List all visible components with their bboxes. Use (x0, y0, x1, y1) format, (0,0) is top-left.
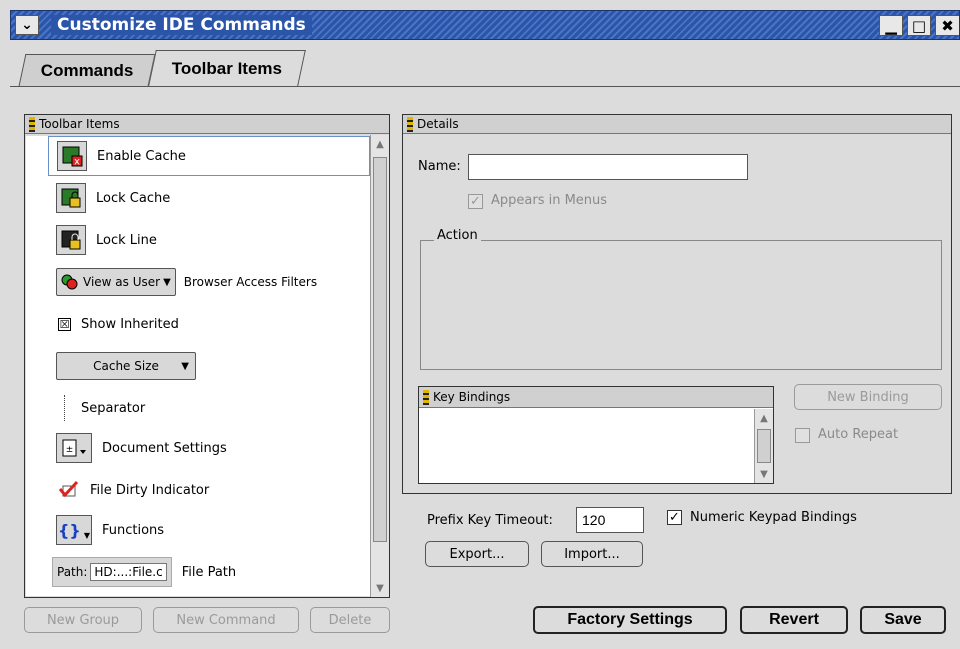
tab-panel-border (10, 86, 960, 87)
scroll-up-icon[interactable]: ▲ (755, 409, 773, 427)
numeric-keypad-checkbox[interactable]: ✓ (667, 510, 682, 525)
key-bindings-header-label: Key Bindings (433, 390, 511, 404)
details-header-label: Details (417, 117, 459, 131)
scroll-down-icon[interactable]: ▼ (371, 579, 389, 597)
list-item-label: Enable Cache (97, 148, 186, 164)
cache-size-label: Cache Size (93, 359, 159, 373)
list-item-label: Show Inherited (81, 316, 179, 332)
tab-commands-label: Commands (40, 60, 134, 80)
new-binding-button[interactable]: New Binding (794, 384, 942, 410)
view-as-user-icon (61, 274, 78, 290)
new-command-button[interactable]: New Command (153, 607, 299, 633)
name-field[interactable] (468, 154, 748, 180)
key-bindings-header: Key Bindings (419, 387, 773, 408)
scroll-down-icon[interactable]: ▼ (755, 465, 773, 483)
file-dirty-icon (58, 480, 79, 498)
list-item-file-path[interactable]: Path: HD:...:File.c File Path (48, 552, 370, 592)
window-title: Customize IDE Commands (51, 15, 312, 35)
svg-text:x: x (74, 157, 80, 168)
scroll-up-icon[interactable]: ▲ (371, 135, 389, 153)
auto-repeat-label: Auto Repeat (818, 427, 899, 442)
appears-in-menus-label: Appears in Menus (491, 193, 608, 208)
chevron-down-icon: ▼ (163, 276, 171, 288)
list-item-cache-size[interactable]: Cache Size ▼ (48, 346, 370, 386)
save-button[interactable]: Save (860, 606, 946, 634)
view-as-user-label: View as User (83, 275, 161, 289)
action-group (420, 240, 942, 370)
list-item-label: File Path (181, 564, 237, 580)
svg-text:±: ± (66, 445, 74, 455)
list-item-label: Document Settings (102, 440, 227, 456)
list-item-enable-cache[interactable]: x Enable Cache (48, 136, 370, 176)
delete-button[interactable]: Delete (310, 607, 390, 633)
close-icon[interactable]: ✖ (935, 15, 959, 36)
toolbar-items-list[interactable]: x Enable Cache Lock Cache Lock Line View… (26, 136, 370, 596)
functions-icon: {} ▼ (56, 515, 92, 545)
toolbar-items-scrollbar[interactable]: ▲ ▼ (370, 135, 389, 597)
list-item-file-dirty-indicator[interactable]: File Dirty Indicator (48, 470, 370, 510)
prefix-key-timeout-label: Prefix Key Timeout: (427, 513, 553, 528)
list-item-lock-cache[interactable]: Lock Cache (48, 178, 370, 218)
export-button[interactable]: Export... (425, 541, 529, 567)
toolbar-items-header-label: Toolbar Items (39, 117, 120, 131)
window-menu-icon[interactable]: ⌄ (15, 15, 39, 35)
toolbar-items-header: Toolbar Items (25, 115, 389, 134)
key-bindings-scrollbar[interactable]: ▲ ▼ (754, 409, 773, 483)
scroll-thumb[interactable] (757, 429, 771, 463)
list-item-functions[interactable]: {} ▼ Functions (48, 510, 370, 550)
new-group-button[interactable]: New Group (24, 607, 142, 633)
lock-line-icon (56, 225, 86, 255)
appears-in-menus-checkbox[interactable]: ✓ (468, 194, 483, 209)
customize-ide-commands-window: ⌄ Customize IDE Commands ▁ □ ✖ Commands … (0, 0, 960, 649)
grip-icon (423, 389, 429, 405)
enable-cache-icon: x (57, 141, 87, 171)
list-item-lock-line[interactable]: Lock Line (48, 220, 370, 260)
show-inherited-checkbox[interactable]: ☒ (58, 317, 71, 331)
path-value: HD:...:File.c (90, 563, 167, 581)
lock-cache-icon (56, 183, 86, 213)
tab-toolbar-items[interactable]: Toolbar Items (148, 50, 306, 86)
chevron-down-icon: ▼ (181, 360, 189, 372)
action-label: Action (434, 228, 481, 243)
factory-settings-button[interactable]: Factory Settings (533, 606, 727, 634)
path-label: Path: (57, 565, 88, 579)
separator-icon (64, 395, 65, 421)
grip-icon (407, 116, 413, 132)
auto-repeat-checkbox[interactable] (795, 428, 810, 443)
title-bar[interactable]: ⌄ Customize IDE Commands ▁ □ ✖ (10, 10, 960, 40)
list-item-label: Functions (102, 522, 165, 538)
revert-button[interactable]: Revert (740, 606, 848, 634)
import-button[interactable]: Import... (541, 541, 643, 567)
file-path-control: Path: HD:...:File.c (52, 557, 172, 587)
name-label: Name: (418, 159, 461, 174)
grip-icon (29, 116, 35, 132)
prefix-key-timeout-field[interactable] (576, 507, 644, 533)
maximize-icon[interactable]: □ (907, 15, 931, 36)
list-item-label: Browser Access Filters (183, 275, 318, 289)
numeric-keypad-label: Numeric Keypad Bindings (690, 510, 857, 525)
list-item-browser-access-filters[interactable]: View as User ▼ Browser Access Filters (48, 262, 370, 302)
list-item-show-inherited[interactable]: ☒ Show Inherited (48, 304, 370, 344)
document-settings-icon: ± (56, 433, 92, 463)
details-header: Details (403, 115, 951, 134)
list-item-separator[interactable]: Separator (48, 388, 370, 428)
tab-commands[interactable]: Commands (18, 54, 156, 86)
tab-toolbar-items-label: Toolbar Items (171, 58, 282, 78)
minimize-icon[interactable]: ▁ (879, 15, 903, 36)
list-item-label: Separator (81, 400, 146, 416)
list-item-label: File Dirty Indicator (90, 482, 210, 498)
scroll-thumb[interactable] (373, 157, 387, 542)
list-item-label: Lock Line (96, 232, 157, 248)
view-as-user-button[interactable]: View as User ▼ (56, 268, 176, 296)
cache-size-button[interactable]: Cache Size ▼ (56, 352, 196, 380)
list-item-label: Lock Cache (96, 190, 171, 206)
list-item-document-settings[interactable]: ± Document Settings (48, 428, 370, 468)
